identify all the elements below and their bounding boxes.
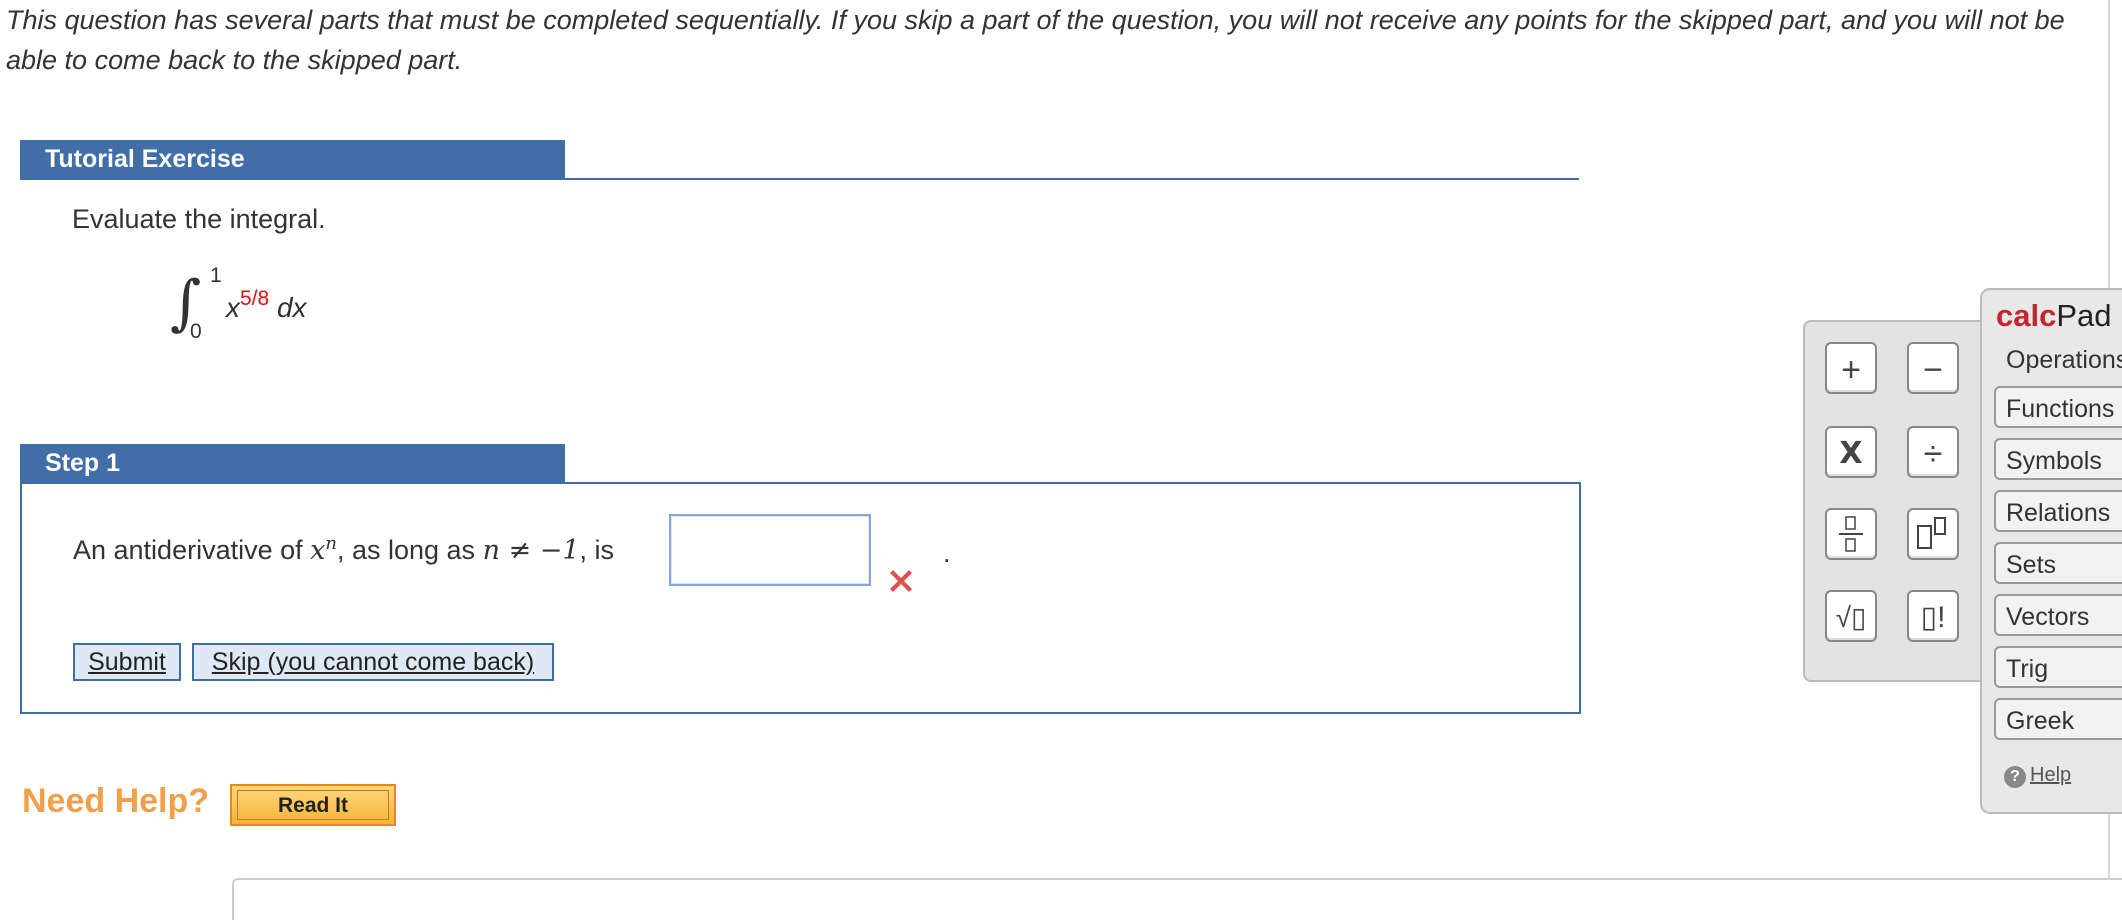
submit-button[interactable]: Submit [73,643,181,681]
power-button[interactable] [1907,508,1959,560]
skip-button[interactable]: Skip (you cannot come back) [192,643,554,681]
step1-text-before: An antiderivative of [73,535,311,565]
read-it-button[interactable]: Read It [230,784,396,826]
tab-greek[interactable]: Greek [1994,698,2122,740]
step1-header-bar: Step 1 [20,444,1579,484]
instructions-text: This question has several parts that mus… [6,5,2065,75]
integrand-exponent: 5/8 [240,287,270,310]
tab-trig[interactable]: Trig [1994,646,2122,688]
plus-button[interactable]: + [1825,342,1877,394]
calcpad-help-link[interactable]: ? Help [2004,764,2071,788]
help-link-label: Help [2030,764,2072,786]
fraction-button[interactable] [1825,508,1877,560]
tab-vectors[interactable]: Vectors [1994,594,2122,636]
tab-functions[interactable]: Functions [1994,386,2122,428]
tab-symbols[interactable]: Symbols [1994,438,2122,480]
need-help-label: Need Help? [22,782,210,820]
minus-button[interactable]: − [1907,342,1959,394]
integral-differential: dx [276,292,307,323]
tab-operations[interactable]: Operations [1982,340,2122,376]
integrand-base: x [226,292,240,323]
help-icon: ? [2004,766,2026,788]
sentence-period: . [943,538,951,568]
fraction-icon [1839,516,1863,552]
tutorial-header: Tutorial Exercise [20,140,565,178]
incorrect-icon [890,570,912,592]
step1-text-after: , is [579,535,615,565]
integral-upper-limit: 1 [210,264,222,287]
step1-header: Step 1 [20,444,565,482]
calcpad-title-calc: calc [1996,298,2057,333]
calcpad-title: calcPad [1996,298,2112,334]
power-icon [1917,517,1946,549]
calcpad-title-pad: Pad [2056,298,2112,333]
multiply-button[interactable]: X [1825,426,1877,478]
step1-sup: n [325,533,337,554]
step1-condition: n ≠ −1 [482,535,580,566]
answer-input[interactable] [669,514,871,586]
tutorial-header-bar: Tutorial Exercise [20,140,1579,180]
calcpad-operations-pane: + − X ÷ √▯ ▯! [1803,320,1997,682]
step1-text-mid: , as long as [336,535,483,565]
bottom-panel-edge [232,878,2122,920]
integrand: x5/8 dx [226,287,307,324]
read-it-label: Read It [237,790,389,820]
step1-var: x [310,535,326,566]
divide-button[interactable]: ÷ [1907,426,1959,478]
step1-question: An antiderivative of xn, as long as n ≠ … [73,533,614,566]
tab-sets[interactable]: Sets [1994,542,2122,584]
factorial-button[interactable]: ▯! [1907,590,1959,642]
tab-relations[interactable]: Relations [1994,490,2122,532]
question-prompt: Evaluate the integral. [72,204,326,234]
integral-lower-limit: 0 [190,320,202,343]
sqrt-button[interactable]: √▯ [1825,590,1877,642]
integral-expression: ∫ 1 0 x5/8 dx [170,262,370,350]
calcpad-panel: calcPad Operations Functions Symbols Rel… [1980,288,2122,814]
